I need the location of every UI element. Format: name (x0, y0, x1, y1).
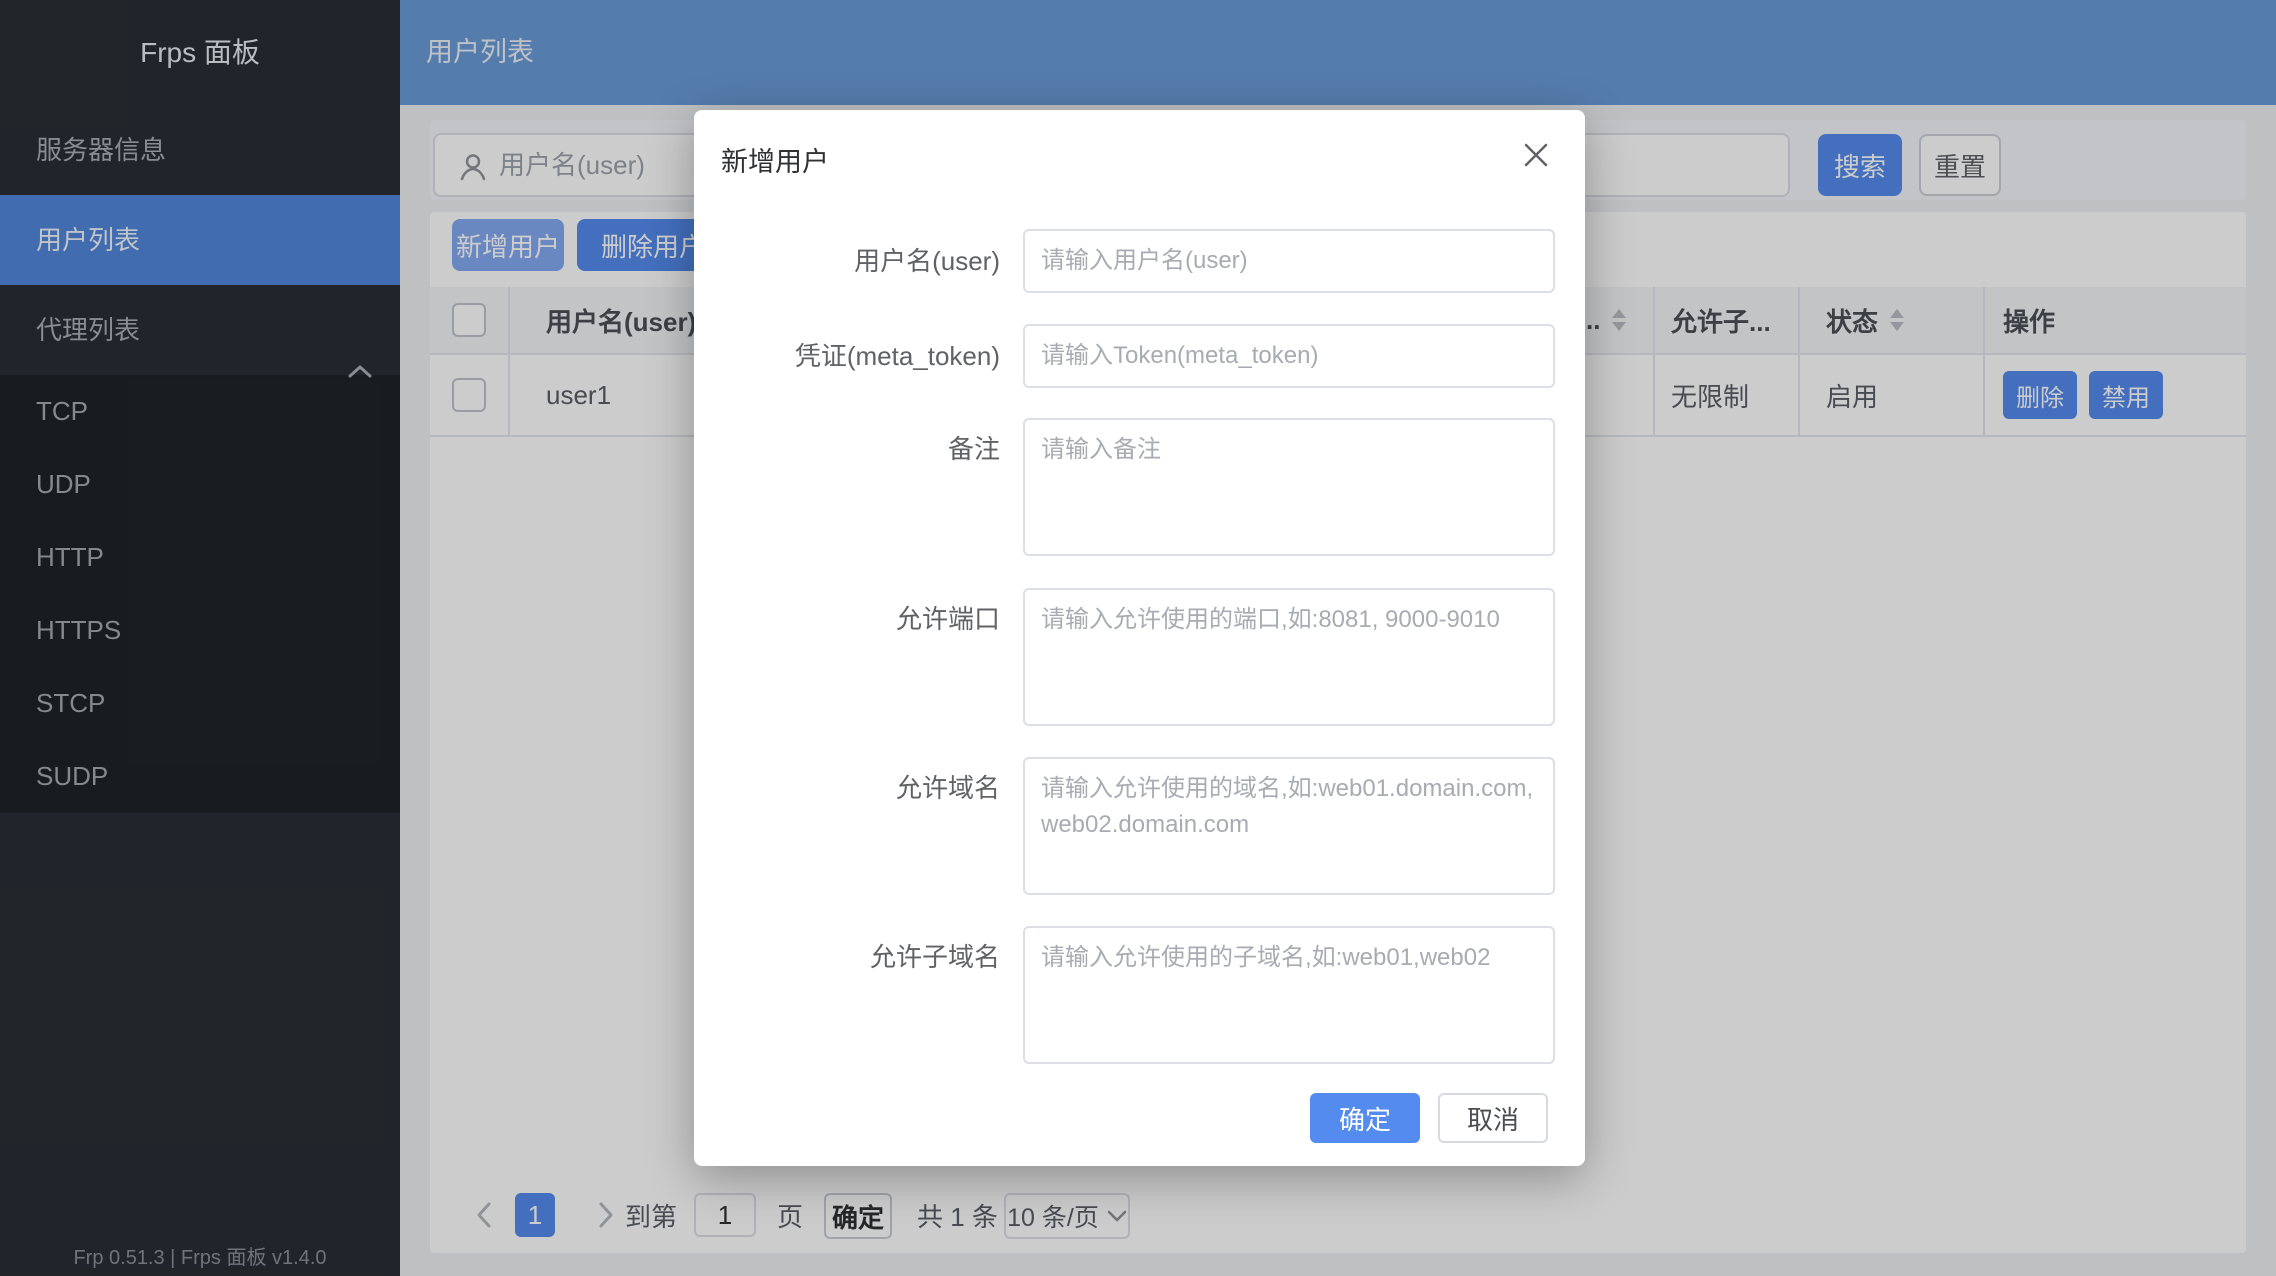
allow-ports-textarea[interactable] (1025, 590, 1553, 724)
field-label: 允许域名 (694, 770, 1000, 806)
field-label: 备注 (694, 431, 1000, 467)
frps-panel-screen: Frps 面板 服务器信息 用户列表 代理列表 TCP UDP HTTP HTT… (0, 0, 2276, 1276)
allow-domains-field[interactable] (1023, 757, 1555, 895)
username-field[interactable] (1023, 229, 1555, 293)
allow-domains-textarea[interactable] (1025, 759, 1553, 893)
comment-textarea[interactable] (1025, 420, 1553, 554)
comment-field[interactable] (1023, 418, 1555, 556)
allow-subdomains-field[interactable] (1023, 926, 1555, 1064)
add-user-dialog: 新增用户 用户名(user) 凭证(meta_token) 备注 允许端口 (694, 110, 1585, 1166)
field-label: 允许端口 (694, 601, 1000, 637)
field-label: 允许子域名 (694, 939, 1000, 975)
dialog-cancel-button[interactable]: 取消 (1438, 1093, 1548, 1143)
close-icon[interactable] (1523, 142, 1549, 173)
token-input[interactable] (1025, 326, 1553, 386)
allow-ports-field[interactable] (1023, 588, 1555, 726)
dialog-ok-button[interactable]: 确定 (1310, 1093, 1420, 1143)
field-label: 凭证(meta_token) (694, 324, 1000, 388)
allow-subdomains-textarea[interactable] (1025, 928, 1553, 1062)
token-field[interactable] (1023, 324, 1555, 388)
username-input[interactable] (1025, 231, 1553, 291)
field-label: 用户名(user) (694, 229, 1000, 293)
dialog-title: 新增用户 (721, 140, 829, 179)
